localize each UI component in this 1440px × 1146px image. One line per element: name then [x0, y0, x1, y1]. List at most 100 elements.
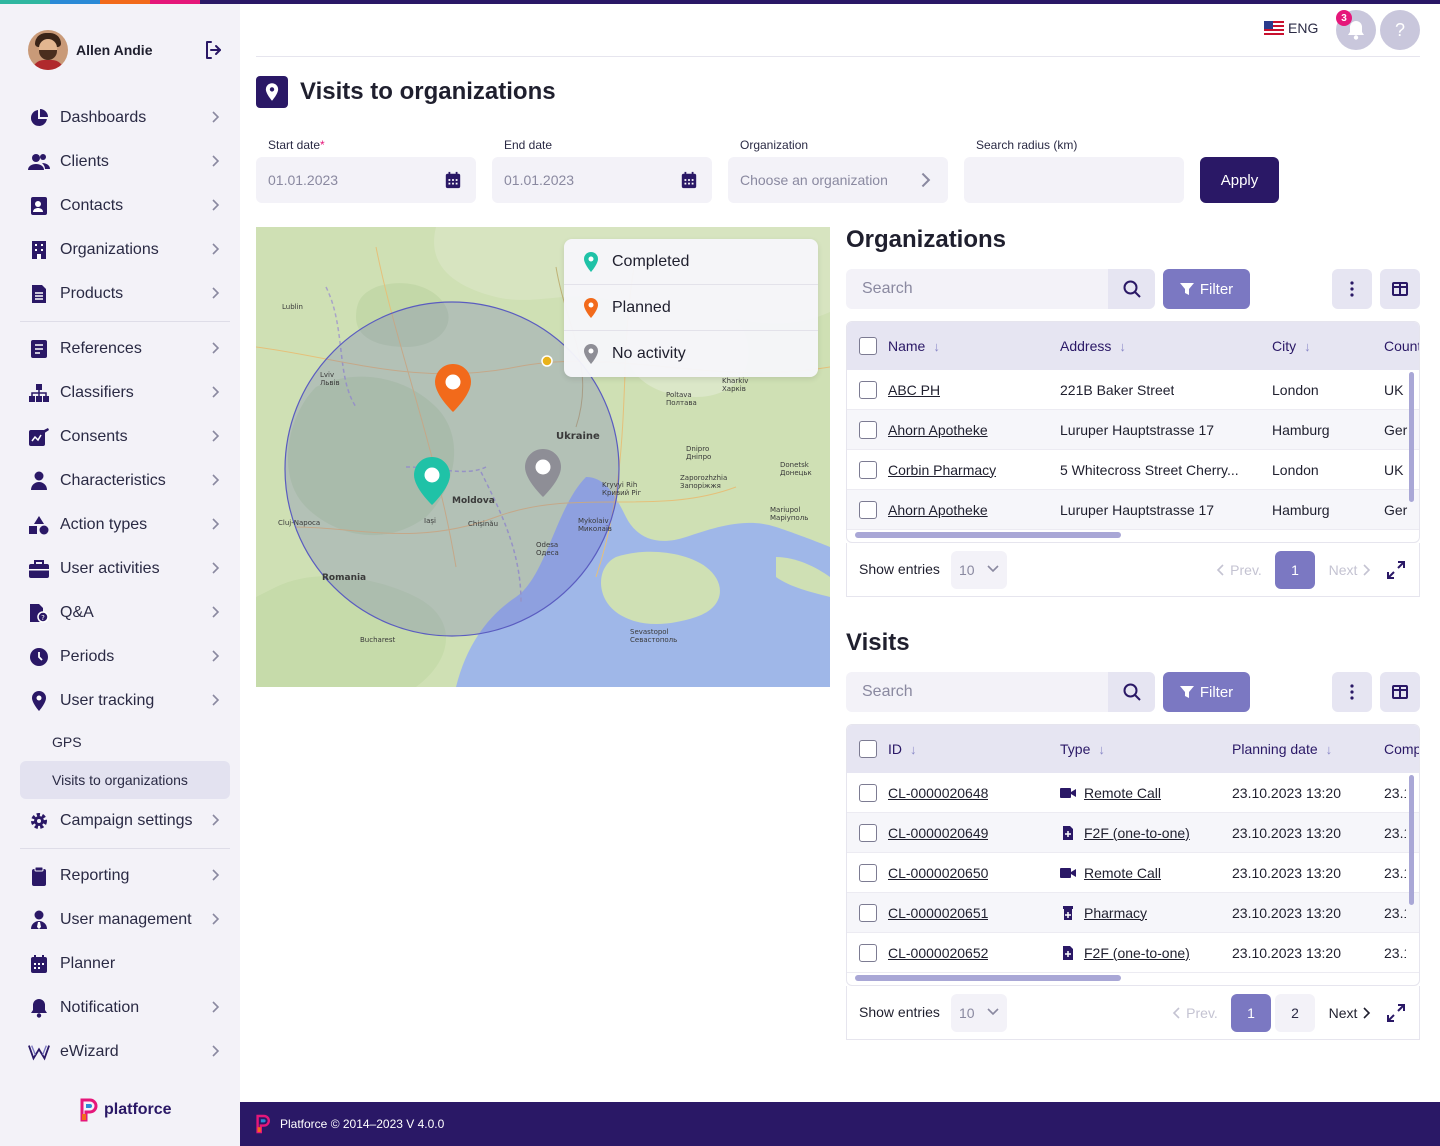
- organization-name-link[interactable]: Ahorn Apotheke: [888, 490, 988, 529]
- expand-button[interactable]: [1381, 994, 1411, 1032]
- sidebar-item-classifiers[interactable]: Classifiers: [20, 371, 230, 415]
- visits-search-input[interactable]: Search: [846, 672, 1108, 712]
- user-profile[interactable]: Allen Andie: [28, 30, 228, 70]
- calendar-icon[interactable]: [444, 171, 462, 189]
- page-1-button[interactable]: 1: [1275, 551, 1315, 589]
- sidebar-subitem-visits-to-organizations[interactable]: Visits to organizations: [20, 761, 230, 799]
- row-checkbox[interactable]: [859, 461, 877, 479]
- table-row[interactable]: Ahorn Apotheke Luruper Hauptstrasse 17 H…: [847, 410, 1419, 450]
- organizations-search-input[interactable]: Search: [846, 269, 1108, 309]
- row-checkbox[interactable]: [859, 864, 877, 882]
- organizations-more-button[interactable]: [1332, 269, 1372, 309]
- organization-name-link[interactable]: Corbin Pharmacy: [888, 450, 996, 489]
- visit-type-link[interactable]: Remote Call: [1084, 865, 1161, 881]
- visit-type-link[interactable]: Remote Call: [1084, 785, 1161, 801]
- sidebar-subitem-gps[interactable]: GPS: [20, 723, 230, 761]
- table-row[interactable]: CL-0000020648 Remote Call 23.10.2023 13:…: [847, 773, 1419, 813]
- table-row[interactable]: CL-0000020651 Pharmacy 23.10.2023 13:20 …: [847, 893, 1419, 933]
- sidebar-item-periods[interactable]: Periods: [20, 635, 230, 679]
- visits-search-button[interactable]: [1108, 672, 1155, 712]
- vertical-scrollbar[interactable]: [1409, 372, 1414, 502]
- expand-button[interactable]: [1381, 551, 1411, 589]
- row-checkbox[interactable]: [859, 381, 877, 399]
- next-page-button[interactable]: Next: [1325, 551, 1375, 589]
- table-row[interactable]: CL-0000020652 F2F (one-to-one) 23.10.202…: [847, 933, 1419, 973]
- organizations-filter-button[interactable]: Filter: [1163, 269, 1250, 309]
- visit-id-link[interactable]: CL-0000020652: [888, 933, 988, 972]
- visit-type-link[interactable]: F2F (one-to-one): [1084, 945, 1190, 961]
- select-all-checkbox[interactable]: [859, 740, 877, 758]
- entries-per-page-select[interactable]: 10: [951, 994, 1007, 1032]
- sidebar-item-contacts[interactable]: Contacts: [20, 184, 230, 228]
- sidebar-item-notification[interactable]: Notification: [20, 986, 230, 1030]
- organizations-columns-button[interactable]: [1380, 269, 1420, 309]
- sidebar-item-user-tracking[interactable]: User tracking: [20, 679, 230, 723]
- vertical-scrollbar[interactable]: [1409, 775, 1414, 905]
- visit-type-link[interactable]: Pharmacy: [1084, 905, 1147, 921]
- table-row[interactable]: CL-0000020649 F2F (one-to-one) 23.10.202…: [847, 813, 1419, 853]
- sidebar-item-user-management[interactable]: User management: [20, 898, 230, 942]
- visit-type[interactable]: F2F (one-to-one): [1060, 813, 1190, 852]
- row-checkbox[interactable]: [859, 784, 877, 802]
- visit-type[interactable]: Remote Call: [1060, 773, 1161, 812]
- visit-id-link[interactable]: CL-0000020651: [888, 893, 988, 932]
- visit-type[interactable]: Remote Call: [1060, 853, 1161, 892]
- table-row[interactable]: ABC PH 221B Baker Street London UK: [847, 370, 1419, 410]
- visit-type[interactable]: Pharmacy: [1060, 893, 1147, 932]
- sidebar-item-references[interactable]: References: [20, 327, 230, 371]
- organization-name-link[interactable]: Ahorn Apotheke: [888, 410, 988, 449]
- visit-id-link[interactable]: CL-0000020648: [888, 773, 988, 812]
- next-page-button[interactable]: Next: [1325, 994, 1375, 1032]
- page-2-button[interactable]: 2: [1275, 994, 1315, 1032]
- table-row[interactable]: CL-0000020650 Remote Call 23.10.2023 13:…: [847, 853, 1419, 893]
- row-checkbox[interactable]: [859, 421, 877, 439]
- visit-type-link[interactable]: F2F (one-to-one): [1084, 825, 1190, 841]
- sidebar-item-planner[interactable]: Planner: [20, 942, 230, 986]
- sidebar-item-action-types[interactable]: Action types: [20, 503, 230, 547]
- prev-page-button[interactable]: Prev.: [1213, 551, 1265, 589]
- visit-id-link[interactable]: CL-0000020649: [888, 813, 988, 852]
- avatar[interactable]: [28, 30, 68, 70]
- column-header-planning-date[interactable]: Planning date ↓: [1232, 725, 1332, 773]
- row-checkbox[interactable]: [859, 904, 877, 922]
- column-header-completion-date[interactable]: Completion date: [1384, 725, 1419, 773]
- organizations-search-button[interactable]: [1108, 269, 1155, 309]
- visits-more-button[interactable]: [1332, 672, 1372, 712]
- sidebar-item-user-activities[interactable]: User activities: [20, 547, 230, 591]
- sidebar-item-characteristics[interactable]: Characteristics: [20, 459, 230, 503]
- row-checkbox[interactable]: [859, 824, 877, 842]
- sidebar-item-reporting[interactable]: Reporting: [20, 854, 230, 898]
- start-date-input[interactable]: 01.01.2023: [256, 157, 476, 203]
- organization-name-link[interactable]: ABC PH: [888, 370, 940, 409]
- visit-type[interactable]: F2F (one-to-one): [1060, 933, 1190, 972]
- sidebar-item-campaign-settings[interactable]: Campaign settings: [20, 799, 230, 843]
- visits-filter-button[interactable]: Filter: [1163, 672, 1250, 712]
- horizontal-scrollbar[interactable]: [855, 975, 1121, 981]
- map-pin-small[interactable]: [541, 355, 553, 367]
- visit-id-link[interactable]: CL-0000020650: [888, 853, 988, 892]
- row-checkbox[interactable]: [859, 944, 877, 962]
- column-header-name[interactable]: Name ↓: [888, 322, 940, 370]
- sidebar-item-consents[interactable]: Consents: [20, 415, 230, 459]
- page-1-button[interactable]: 1: [1231, 994, 1271, 1032]
- help-button[interactable]: ?: [1380, 10, 1420, 50]
- column-header-city[interactable]: City ↓: [1272, 322, 1311, 370]
- sidebar-item-ewizard[interactable]: eWizard: [20, 1030, 230, 1074]
- logout-icon[interactable]: [202, 38, 226, 62]
- column-header-id[interactable]: ID ↓: [888, 725, 917, 773]
- language-switcher[interactable]: ENG: [1264, 20, 1318, 36]
- row-checkbox[interactable]: [859, 501, 877, 519]
- column-header-address[interactable]: Address ↓: [1060, 322, 1126, 370]
- visits-columns-button[interactable]: [1380, 672, 1420, 712]
- apply-button[interactable]: Apply: [1200, 157, 1279, 203]
- sidebar-item-organizations[interactable]: Organizations: [20, 228, 230, 272]
- sidebar-item-qa[interactable]: ? Q&A: [20, 591, 230, 635]
- sidebar-item-products[interactable]: Products: [20, 272, 230, 316]
- organization-select[interactable]: Choose an organization: [728, 157, 948, 203]
- table-row[interactable]: Corbin Pharmacy 5 Whitecross Street Cher…: [847, 450, 1419, 490]
- prev-page-button[interactable]: Prev.: [1169, 994, 1221, 1032]
- calendar-icon[interactable]: [680, 171, 698, 189]
- table-row[interactable]: Ahorn Apotheke Luruper Hauptstrasse 17 H…: [847, 490, 1419, 530]
- entries-per-page-select[interactable]: 10: [951, 551, 1007, 589]
- column-header-type[interactable]: Type ↓: [1060, 725, 1105, 773]
